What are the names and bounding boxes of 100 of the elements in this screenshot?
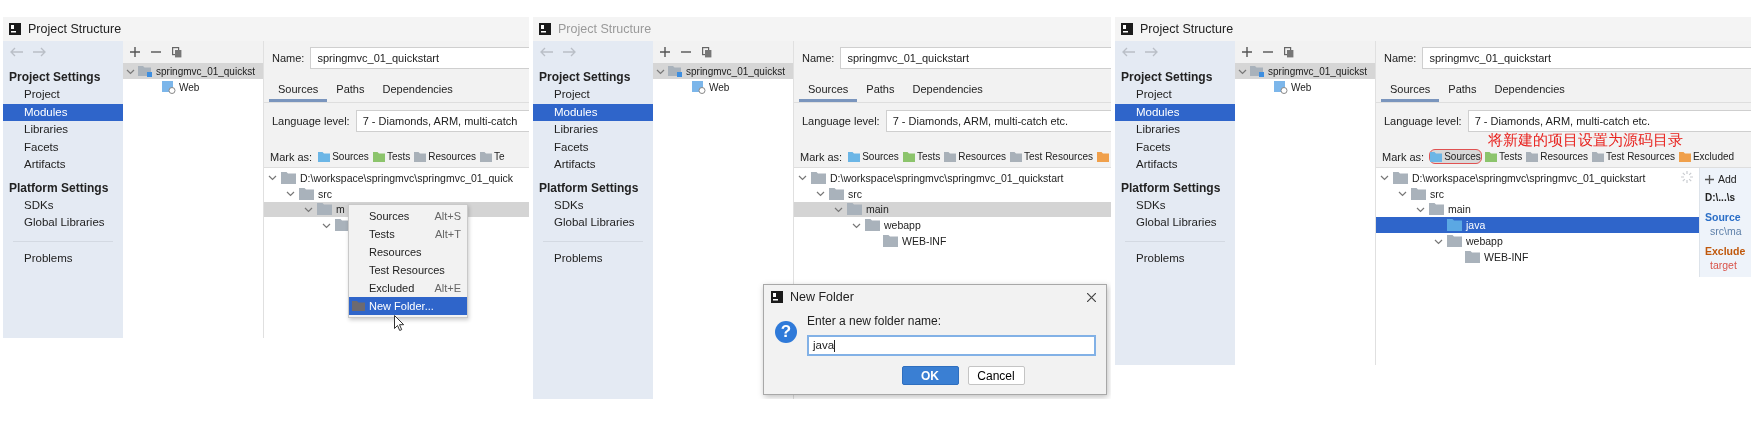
chevron-icon[interactable]	[1416, 205, 1425, 214]
add-icon[interactable]	[130, 47, 140, 57]
name-field[interactable]: springmvc_01_quickstart	[840, 47, 1111, 69]
tree-row[interactable]: main	[1376, 201, 1699, 218]
mark-as-option[interactable]: Resources	[1525, 149, 1590, 164]
module-row[interactable]: Web	[653, 79, 793, 95]
sidebar-item[interactable]: Libraries	[1115, 121, 1235, 139]
mark-as-option[interactable]: Tests	[1483, 149, 1524, 164]
tree-row[interactable]: WEB-INF	[1376, 249, 1699, 265]
mark-as-option[interactable]: Sources	[1429, 149, 1482, 164]
mark-as-option[interactable]: Te	[479, 149, 506, 164]
add-icon[interactable]	[1705, 174, 1714, 184]
tree-row[interactable]: main	[794, 201, 1111, 218]
tab[interactable]: Sources	[1381, 80, 1440, 102]
language-level-dropdown[interactable]: 7 - Diamonds, ARM, multi-catch etc.	[1467, 110, 1751, 132]
sidebar-item[interactable]: SDKs	[3, 196, 123, 214]
tree-row[interactable]: WEB-INF	[794, 233, 1111, 249]
module-row[interactable]: springmvc_01_quickst	[1235, 63, 1375, 79]
chevron-icon[interactable]	[268, 173, 277, 183]
sidebar-item[interactable]: Problems	[1115, 249, 1235, 267]
sidebar-item[interactable]: Artifacts	[3, 156, 123, 174]
chevron-icon[interactable]	[798, 173, 807, 183]
sidebar-item[interactable]: Project	[533, 86, 653, 104]
ok-button[interactable]: OK	[901, 366, 959, 385]
chevron-icon[interactable]	[1398, 189, 1407, 199]
tab[interactable]: Dependencies	[903, 80, 992, 102]
copy-icon[interactable]	[702, 46, 712, 58]
folder-name-field[interactable]: java	[807, 335, 1096, 356]
sidebar-item[interactable]: SDKs	[533, 196, 653, 214]
sidebar-item[interactable]: Problems	[533, 249, 653, 267]
mark-as-option[interactable]: Test Resources	[1009, 149, 1094, 164]
add-icon[interactable]	[1242, 47, 1252, 57]
mark-as-option[interactable]: Tests	[901, 149, 942, 164]
mark-as-option[interactable]: Test Resources	[1591, 149, 1676, 164]
tree-row[interactable]: D:\workspace\springmvc\springmvc_01_quickstart	[794, 170, 1111, 186]
sidebar-item[interactable]: Global Libraries	[1115, 214, 1235, 232]
language-level-dropdown[interactable]: 7 - Diamonds, ARM, multi-catch etc.	[885, 110, 1111, 132]
sidebar-item[interactable]: Libraries	[3, 121, 123, 139]
mark-as-option[interactable]: Resources	[413, 149, 478, 164]
mark-as-option[interactable]: Resources	[943, 149, 1008, 164]
menu-item[interactable]: New Folder...	[349, 297, 467, 315]
sidebar-item[interactable]: Artifacts	[533, 156, 653, 174]
tree-row[interactable]: webapp	[1376, 233, 1699, 249]
copy-icon[interactable]	[1284, 46, 1294, 58]
add-content-root-link[interactable]: Add	[1718, 173, 1737, 185]
tab[interactable]: Paths	[1439, 80, 1486, 102]
tab[interactable]: Dependencies	[373, 80, 462, 102]
tree-row[interactable]: src	[794, 185, 1111, 202]
sidebar-item[interactable]: Global Libraries	[3, 214, 123, 232]
module-row[interactable]: springmvc_01_quickst	[653, 63, 793, 79]
tab[interactable]: Paths	[327, 80, 374, 102]
sidebar-item[interactable]: Project	[3, 86, 123, 104]
module-row[interactable]: Web	[1235, 79, 1375, 95]
sidebar-item[interactable]: SDKs	[1115, 196, 1235, 214]
cancel-button[interactable]: Cancel	[967, 366, 1025, 385]
chevron-icon[interactable]	[1380, 173, 1389, 183]
module-row[interactable]: springmvc_01_quickst	[123, 63, 263, 79]
mark-as-option[interactable]: Sources	[847, 149, 900, 164]
sidebar-item[interactable]: Modules	[3, 103, 123, 121]
sidebar-item[interactable]: Modules	[1115, 103, 1235, 121]
sidebar-item[interactable]: Modules	[533, 103, 653, 121]
chevron-icon[interactable]	[816, 189, 825, 199]
tree-row[interactable]: java	[1376, 217, 1699, 234]
menu-item[interactable]: Tests Alt+T	[349, 225, 467, 243]
menu-item[interactable]: Resources	[349, 243, 467, 261]
close-icon[interactable]	[1087, 292, 1096, 302]
menu-item[interactable]: Excluded Alt+E	[349, 279, 467, 297]
copy-icon[interactable]	[172, 46, 182, 58]
mark-as-option[interactable]: Excluded	[1677, 149, 1736, 164]
sidebar-item[interactable]: Facets	[1115, 138, 1235, 156]
tree-row[interactable]: D:\workspace\springmvc\springmvc_01_quickstart	[1376, 170, 1699, 186]
tab[interactable]: Dependencies	[1485, 80, 1574, 102]
name-field[interactable]: springmvc_01_quickstart	[1422, 47, 1751, 69]
sidebar-item[interactable]: Artifacts	[1115, 156, 1235, 174]
tree-row[interactable]: webapp	[794, 217, 1111, 234]
name-field[interactable]: springmvc_01_quickstart	[310, 47, 529, 69]
field-label: Name:	[802, 52, 835, 64]
sidebar-item[interactable]: Problems	[3, 249, 123, 267]
mark-as-option[interactable]: Sources	[317, 149, 370, 164]
sidebar-item[interactable]: Global Libraries	[533, 214, 653, 232]
tree-row[interactable]: src	[1376, 185, 1699, 202]
mark-as-option[interactable]: Tests	[371, 149, 412, 164]
tab[interactable]: Paths	[857, 80, 904, 102]
chevron-icon[interactable]	[304, 205, 313, 214]
sidebar-item[interactable]: Facets	[3, 138, 123, 156]
tab[interactable]: Sources	[799, 80, 858, 102]
menu-item[interactable]: Test Resources	[349, 261, 467, 279]
language-level-dropdown[interactable]: 7 - Diamonds, ARM, multi-catch	[355, 110, 529, 132]
add-icon[interactable]	[660, 47, 670, 57]
sidebar-item[interactable]: Facets	[533, 138, 653, 156]
tab[interactable]: Sources	[269, 80, 328, 102]
module-row[interactable]: Web	[123, 79, 263, 95]
sidebar-item[interactable]: Libraries	[533, 121, 653, 139]
sidebar-item[interactable]: Project	[1115, 86, 1235, 104]
chevron-icon[interactable]	[286, 189, 295, 199]
tree-row[interactable]: D:\workspace\springmvc\springmvc_01_quick	[264, 170, 529, 186]
chevron-icon[interactable]	[834, 205, 843, 214]
tree-row[interactable]: src	[264, 185, 529, 202]
menu-item[interactable]: Sources Alt+S	[349, 207, 467, 225]
shortcut-label: Alt+S	[434, 210, 461, 222]
